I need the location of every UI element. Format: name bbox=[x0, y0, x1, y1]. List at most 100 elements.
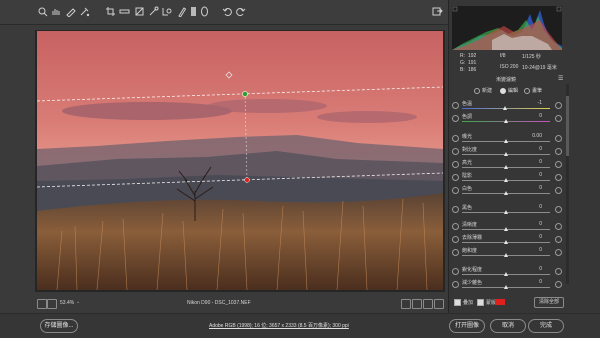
slider-value[interactable]: 0 bbox=[528, 279, 542, 285]
slider-value[interactable]: -1 bbox=[528, 100, 542, 106]
panel-title: 漸變濾鏡 bbox=[496, 77, 517, 83]
reset-icon[interactable] bbox=[452, 281, 459, 288]
radial-filter-icon[interactable] bbox=[199, 6, 210, 17]
slider-value[interactable]: 0.00 bbox=[528, 133, 542, 139]
reset-icon[interactable] bbox=[452, 249, 459, 256]
increment-icon[interactable] bbox=[555, 223, 562, 230]
open-image-button[interactable]: 打开圖像 bbox=[449, 319, 485, 333]
zoom-icon[interactable] bbox=[37, 6, 48, 17]
mask-checkbox[interactable] bbox=[477, 299, 484, 306]
mode-edit-radio[interactable] bbox=[500, 88, 506, 94]
slider-value[interactable]: 0 bbox=[528, 247, 542, 253]
slider-knob[interactable] bbox=[503, 106, 508, 110]
workflow-options-link[interactable]: Adobe RGB (1998); 16 位; 3657 x 2333 (8.5… bbox=[209, 322, 349, 329]
reset-icon[interactable] bbox=[452, 115, 459, 122]
panel-scrollbar-thumb[interactable] bbox=[566, 96, 569, 156]
before-after-icon[interactable] bbox=[401, 299, 411, 309]
reset-icon[interactable] bbox=[452, 135, 459, 142]
increment-icon[interactable] bbox=[555, 268, 562, 275]
slider-knob[interactable] bbox=[504, 119, 508, 123]
hand-icon[interactable] bbox=[50, 6, 61, 17]
zoom-out-icon[interactable] bbox=[37, 299, 47, 309]
slider-knob[interactable] bbox=[504, 152, 508, 156]
increment-icon[interactable] bbox=[555, 135, 562, 142]
increment-icon[interactable] bbox=[555, 148, 562, 155]
zoom-in-icon[interactable] bbox=[47, 299, 57, 309]
mode-new-radio[interactable] bbox=[474, 88, 480, 94]
shutter: 1/125 秒 bbox=[522, 54, 541, 60]
slider-knob[interactable] bbox=[504, 272, 508, 276]
clear-all-button[interactable]: 清除全部 bbox=[534, 297, 564, 308]
reset-icon[interactable] bbox=[452, 223, 459, 230]
slider-value[interactable]: 0 bbox=[528, 266, 542, 272]
iso: ISO 200 bbox=[500, 64, 519, 70]
slider-knob[interactable] bbox=[504, 253, 508, 257]
slider-value[interactable]: 0 bbox=[528, 146, 542, 152]
transform-icon[interactable] bbox=[134, 6, 145, 17]
slider-knob[interactable] bbox=[504, 165, 508, 169]
zoom-level[interactable]: 53.4% bbox=[60, 300, 74, 306]
reset-icon[interactable] bbox=[452, 206, 459, 213]
export-icon[interactable] bbox=[432, 6, 443, 17]
slider-value[interactable]: 0 bbox=[528, 185, 542, 191]
mode-brush-radio[interactable] bbox=[524, 88, 530, 94]
adjustment-brush-icon[interactable] bbox=[176, 6, 187, 17]
increment-icon[interactable] bbox=[555, 206, 562, 213]
slider-knob[interactable] bbox=[504, 240, 508, 244]
reset-icon[interactable] bbox=[452, 268, 459, 275]
increment-icon[interactable] bbox=[555, 187, 562, 194]
slider-row: 對比度 0 bbox=[452, 146, 564, 157]
slider-label: 高光 bbox=[462, 160, 473, 166]
slider-value[interactable]: 0 bbox=[528, 113, 542, 119]
reset-icon[interactable] bbox=[452, 148, 459, 155]
slider-knob[interactable] bbox=[504, 178, 508, 182]
cancel-button[interactable]: 取消 bbox=[490, 319, 526, 333]
slider-value[interactable]: 0 bbox=[528, 221, 542, 227]
slider-value[interactable]: 0 bbox=[528, 159, 542, 165]
slider-value[interactable]: 0 bbox=[528, 204, 542, 210]
reset-icon[interactable] bbox=[452, 236, 459, 243]
slider-label: 曝光 bbox=[462, 134, 473, 140]
increment-icon[interactable] bbox=[555, 161, 562, 168]
overlay-checkbox[interactable] bbox=[454, 299, 461, 306]
photo-preview[interactable] bbox=[37, 31, 443, 290]
preview-settings-icon[interactable] bbox=[434, 299, 444, 309]
reset-icon[interactable] bbox=[452, 161, 459, 168]
increment-icon[interactable] bbox=[555, 249, 562, 256]
slider-knob[interactable] bbox=[504, 227, 508, 231]
save-image-button[interactable]: 存儲圖像... bbox=[40, 319, 78, 333]
increment-icon[interactable] bbox=[555, 115, 562, 122]
slider-value[interactable]: 0 bbox=[528, 234, 542, 240]
slider-knob[interactable] bbox=[504, 285, 508, 289]
slider-row: 高光 0 bbox=[452, 159, 564, 170]
slider-row: 黑色 0 bbox=[452, 204, 564, 215]
lens: 10-24@19 毫米 bbox=[522, 65, 557, 71]
increment-icon[interactable] bbox=[555, 236, 562, 243]
panel-menu-icon[interactable]: ☰ bbox=[558, 76, 564, 82]
copy-settings-icon[interactable] bbox=[423, 299, 433, 309]
reset-icon[interactable] bbox=[452, 102, 459, 109]
graduated-filter-icon[interactable] bbox=[188, 6, 199, 17]
rotate-left-icon[interactable] bbox=[222, 6, 233, 17]
rotate-right-icon[interactable] bbox=[235, 6, 246, 17]
slider-knob[interactable] bbox=[504, 191, 508, 195]
slider-knob[interactable] bbox=[504, 210, 508, 214]
increment-icon[interactable] bbox=[555, 281, 562, 288]
reset-icon[interactable] bbox=[452, 174, 459, 181]
slider-knob[interactable] bbox=[504, 139, 508, 143]
increment-icon[interactable] bbox=[555, 174, 562, 181]
chevron-down-icon[interactable]: ⌄ bbox=[76, 299, 80, 305]
straighten-icon[interactable] bbox=[119, 6, 130, 17]
color-sampler-icon[interactable] bbox=[79, 6, 90, 17]
red-eye-icon[interactable] bbox=[162, 6, 173, 17]
crop-icon[interactable] bbox=[105, 6, 116, 17]
reset-icon[interactable] bbox=[452, 187, 459, 194]
slider-value[interactable]: 0 bbox=[528, 172, 542, 178]
increment-icon[interactable] bbox=[555, 102, 562, 109]
swap-icon[interactable] bbox=[412, 299, 422, 309]
done-button[interactable]: 完成 bbox=[528, 319, 564, 333]
mask-color-swatch[interactable] bbox=[495, 299, 505, 305]
spot-removal-icon[interactable] bbox=[148, 6, 159, 17]
slider-label: 去除薄霧 bbox=[462, 235, 483, 241]
white-balance-icon[interactable] bbox=[65, 6, 76, 17]
